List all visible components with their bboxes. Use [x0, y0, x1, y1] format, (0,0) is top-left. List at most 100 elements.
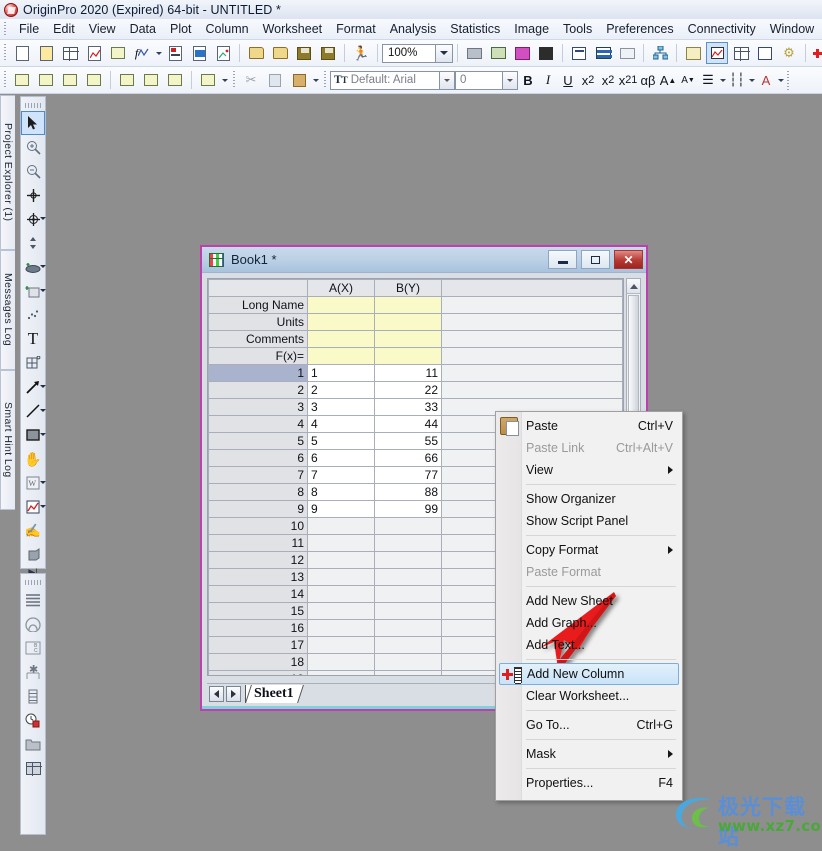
- select-all-corner[interactable]: [208, 279, 308, 297]
- row-header[interactable]: 3: [208, 398, 308, 416]
- column-header-a[interactable]: A(X): [307, 279, 375, 297]
- menu-item-show-script-panel[interactable]: Show Script Panel: [496, 510, 682, 532]
- regional-mask-dropdown-icon[interactable]: [40, 265, 46, 268]
- paste-icon[interactable]: [288, 69, 310, 91]
- lines-icon[interactable]: [21, 588, 45, 612]
- cell-a[interactable]: 9: [307, 500, 375, 518]
- screen-reader-dropdown-icon[interactable]: [40, 217, 46, 220]
- greek-button[interactable]: αβ: [638, 70, 658, 90]
- font-color-button[interactable]: A: [756, 70, 776, 90]
- sidebar-item-messages-log[interactable]: Messages Log: [0, 250, 15, 370]
- cell-b[interactable]: [374, 602, 442, 620]
- menu-item-clear-worksheet[interactable]: Clear Worksheet...: [496, 685, 682, 707]
- meta-label[interactable]: Long Name: [208, 296, 308, 314]
- cell-b[interactable]: [374, 517, 442, 535]
- data-reader-icon[interactable]: [706, 42, 728, 64]
- menu-item-paste[interactable]: Paste Ctrl+V: [496, 415, 682, 437]
- ladder-icon[interactable]: [21, 684, 45, 708]
- align-button[interactable]: ☰: [698, 70, 718, 90]
- clock-icon[interactable]: [21, 708, 45, 732]
- line-tool-dropdown-icon[interactable]: [40, 409, 46, 412]
- toolbar-gripper[interactable]: [231, 71, 237, 89]
- row-header[interactable]: 8: [208, 483, 308, 501]
- menu-worksheet[interactable]: Worksheet: [256, 20, 330, 38]
- run-script-icon[interactable]: 🏃: [350, 42, 372, 64]
- cell-b[interactable]: [374, 636, 442, 654]
- pattern-button[interactable]: ┆┆: [727, 70, 747, 90]
- decrease-font-button[interactable]: A ▼: [678, 70, 698, 90]
- pattern-dropdown-icon[interactable]: [747, 69, 756, 91]
- font-size-dropdown-icon[interactable]: [503, 70, 518, 90]
- new-excel-icon[interactable]: [212, 42, 234, 64]
- meta-cell-b[interactable]: [374, 313, 442, 331]
- folder-icon[interactable]: [21, 732, 45, 756]
- meta-cell-a[interactable]: [307, 330, 375, 348]
- new-layout-icon[interactable]: [164, 42, 186, 64]
- grid-icon[interactable]: [21, 756, 45, 780]
- rectangle-tool-dropdown-icon[interactable]: [40, 433, 46, 436]
- cell-b[interactable]: 88: [374, 483, 442, 501]
- menu-tools[interactable]: Tools: [556, 20, 599, 38]
- cell-a[interactable]: 5: [307, 432, 375, 450]
- cell-a[interactable]: [307, 636, 375, 654]
- cell-b[interactable]: [374, 551, 442, 569]
- underline-button[interactable]: U: [558, 70, 578, 90]
- bold-button[interactable]: B: [518, 70, 538, 90]
- menu-window[interactable]: Window: [763, 20, 821, 38]
- font-size-input[interactable]: 0: [455, 70, 503, 90]
- curve-fit-dropdown-icon[interactable]: [40, 505, 46, 508]
- row-header[interactable]: 6: [208, 449, 308, 467]
- asterisk-icon[interactable]: ✱: [21, 660, 45, 684]
- cell-a[interactable]: 1: [307, 364, 375, 382]
- cell-a[interactable]: [307, 551, 375, 569]
- row-header[interactable]: 12: [208, 551, 308, 569]
- layers-icon[interactable]: [592, 42, 614, 64]
- cell-b[interactable]: 33: [374, 398, 442, 416]
- cell-b[interactable]: 22: [374, 381, 442, 399]
- column-header-b[interactable]: B(Y): [374, 279, 442, 297]
- zoom-in-icon[interactable]: [21, 135, 45, 159]
- cut-icon[interactable]: ✂: [240, 69, 262, 91]
- cell-a[interactable]: [307, 670, 375, 675]
- palette-gripper[interactable]: [25, 103, 41, 108]
- cell-b[interactable]: 77: [374, 466, 442, 484]
- new-function-plot-icon[interactable]: f: [131, 42, 153, 64]
- cell-a[interactable]: 6: [307, 449, 375, 467]
- row-header[interactable]: 19: [208, 670, 308, 675]
- sort-icon[interactable]: [83, 69, 105, 91]
- region-tool-icon[interactable]: [21, 351, 45, 375]
- increase-font-button[interactable]: A ▲: [658, 70, 678, 90]
- menu-edit[interactable]: Edit: [46, 20, 82, 38]
- menu-image[interactable]: Image: [507, 20, 556, 38]
- print-icon[interactable]: [463, 42, 485, 64]
- font-name-dropdown-icon[interactable]: [440, 70, 455, 90]
- workbook-title-bar[interactable]: Book1 * ✕: [202, 247, 646, 273]
- sidebar-item-project-explorer[interactable]: Project Explorer (1): [0, 95, 15, 250]
- row-header[interactable]: 1: [208, 364, 308, 382]
- text-tool-icon[interactable]: T: [21, 327, 45, 351]
- menu-format[interactable]: Format: [329, 20, 383, 38]
- new-graph-icon[interactable]: [83, 42, 105, 64]
- save-project-icon[interactable]: [293, 42, 315, 64]
- font-name-input[interactable]: TT Default: Arial: [330, 70, 440, 90]
- set-values-icon[interactable]: [35, 69, 57, 91]
- sidebar-item-smart-hint-log[interactable]: Smart Hint Log: [0, 370, 15, 510]
- regional-data-dropdown-icon[interactable]: [40, 289, 46, 292]
- cell-b[interactable]: [374, 670, 442, 675]
- worksheet-icon[interactable]: [730, 42, 752, 64]
- save-template-icon[interactable]: [317, 42, 339, 64]
- menu-item-copy-format[interactable]: Copy Format: [496, 539, 682, 561]
- zoom-out-icon[interactable]: [21, 159, 45, 183]
- cell-a[interactable]: 3: [307, 398, 375, 416]
- normalize-icon[interactable]: [59, 69, 81, 91]
- arch-icon[interactable]: [21, 612, 45, 636]
- zoom-level-input[interactable]: 100%: [382, 43, 436, 63]
- hierarchy-icon[interactable]: [649, 42, 671, 64]
- meta-label[interactable]: Units: [208, 313, 308, 331]
- arrow-tool-dropdown-icon[interactable]: [40, 385, 46, 388]
- super-subscript-button[interactable]: x21: [618, 70, 638, 90]
- report-icon[interactable]: [754, 42, 776, 64]
- cell-b[interactable]: [374, 585, 442, 603]
- toolbar-gripper[interactable]: [2, 71, 8, 89]
- menu-item-add-text[interactable]: Add Text...: [496, 634, 682, 656]
